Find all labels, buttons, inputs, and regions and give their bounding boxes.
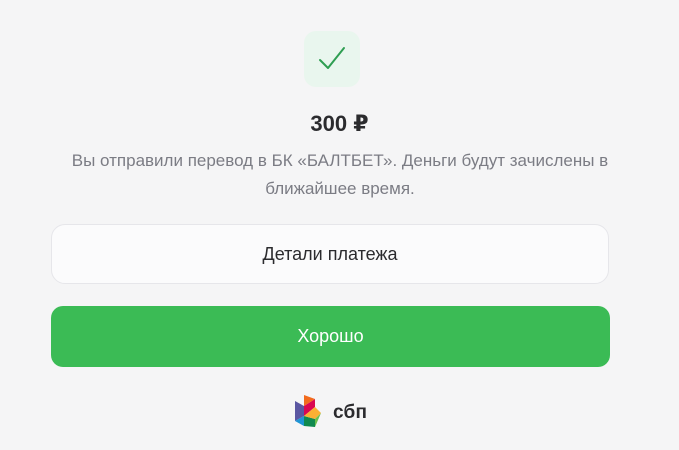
- checkmark-icon: [319, 47, 345, 69]
- sbp-logo-icon: [295, 395, 321, 427]
- sbp-logo-text: сбп: [333, 402, 368, 423]
- payment-success-screen: 300 ₽ Вы отправили перевод в БК «БАЛТБЕТ…: [0, 0, 679, 450]
- payment-amount: 300 ₽: [310, 111, 369, 136]
- ok-button-label: Хорошо: [297, 326, 364, 346]
- success-badge: [304, 31, 360, 87]
- payment-details-button[interactable]: Детали платежа: [51, 224, 609, 284]
- ok-button[interactable]: Хорошо: [51, 306, 610, 367]
- confirmation-message: Вы отправили перевод в БК «БАЛТБЕТ». Ден…: [71, 151, 609, 198]
- sbp-logo: сбп: [293, 393, 367, 433]
- payment-details-label: Детали платежа: [262, 243, 398, 264]
